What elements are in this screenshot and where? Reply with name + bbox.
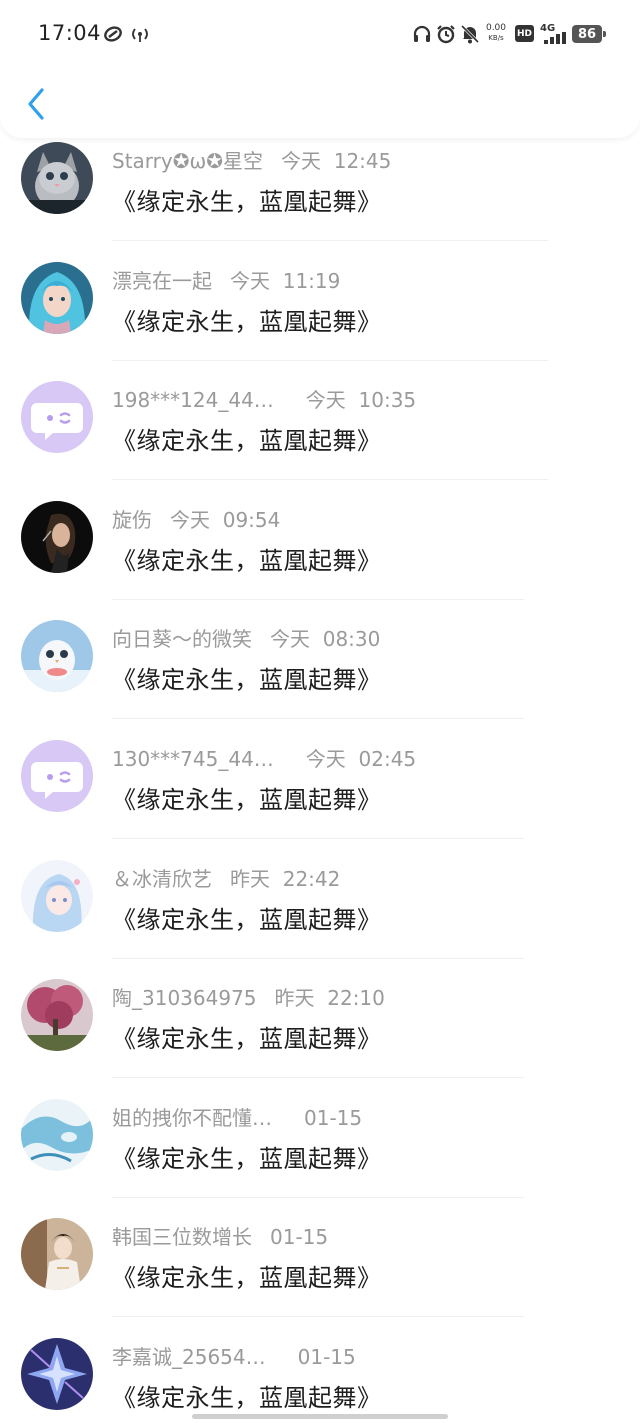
timestamp: 01-15 [297, 1345, 356, 1369]
hd-badge: HD [515, 25, 534, 42]
comment-row[interactable]: 韩国三位数增长 01-15 《缘定永生，蓝凰起舞》 [0, 1216, 640, 1336]
comment-row[interactable]: 陶_310364975 昨天 22:10 《缘定永生，蓝凰起舞》 [0, 977, 640, 1097]
timestamp: 昨天 22:10 [274, 986, 385, 1011]
comment-meta: 向日葵～的微笑 今天 08:30 [112, 623, 380, 652]
comment-text: 《缘定永生，蓝凰起舞》 [112, 1144, 382, 1173]
divider [112, 957, 524, 959]
comment-meta: 漂亮在一起 今天 11:19 [112, 265, 340, 294]
comment-meta: 陶_310364975 昨天 22:10 [112, 982, 385, 1011]
username[interactable]: 李嘉诚_25654… [112, 1341, 266, 1370]
chat-bubble-icon [21, 740, 93, 812]
divider [112, 1316, 524, 1318]
avatar[interactable] [21, 142, 93, 214]
username[interactable]: Starry✪ω✪星空 [112, 145, 263, 174]
comment-meta: 韩国三位数增长 01-15 [112, 1221, 328, 1250]
comment-meta: 姐的拽你不配懂… 01-15 [112, 1102, 362, 1131]
status-time: 17:04 [38, 21, 102, 45]
comment-row[interactable]: 198***124_44… 今天 10:35 《缘定永生，蓝凰起舞》 [0, 379, 640, 499]
username[interactable]: 韩国三位数增长 [112, 1221, 252, 1250]
comment-row[interactable]: 李嘉诚_25654… 01-15 《缘定永生，蓝凰起舞》 [0, 1336, 640, 1423]
divider [112, 479, 548, 481]
alarm-icon [435, 23, 457, 45]
avatar[interactable] [21, 261, 93, 334]
mute-bell-icon [460, 23, 480, 45]
divider [112, 1077, 524, 1079]
comment-meta: 李嘉诚_25654… 01-15 [112, 1341, 356, 1370]
comment-meta: 198***124_44… 今天 10:35 [112, 384, 416, 413]
home-indicator[interactable] [192, 1414, 448, 1419]
avatar[interactable] [21, 381, 93, 454]
sync-app-icon [102, 23, 124, 45]
divider [112, 838, 524, 839]
comment-text: 《缘定永生，蓝凰起舞》 [112, 546, 382, 575]
avatar[interactable] [21, 1218, 93, 1291]
comment-row[interactable]: 向日葵～的微笑 今天 08:30 《缘定永生，蓝凰起舞》 [0, 618, 640, 738]
username[interactable]: 旋伤 [112, 504, 152, 533]
comment-text: 《缘定永生，蓝凰起舞》 [112, 1025, 382, 1054]
comment-meta: ＆冰清欣艺 昨天 22:42 [112, 863, 340, 892]
timestamp: 今天 09:54 [170, 507, 281, 532]
avatar[interactable] [21, 500, 93, 573]
timestamp: 01-15 [304, 1105, 363, 1130]
chat-bubble-icon [21, 381, 93, 454]
avatar[interactable] [21, 979, 93, 1052]
comment-text: 《缘定永生，蓝凰起舞》 [112, 427, 382, 456]
timestamp: 昨天 22:42 [230, 866, 341, 891]
chevron-left-icon [28, 88, 44, 120]
comment-row[interactable]: ＆冰清欣艺 昨天 22:42 《缘定永生，蓝凰起舞》 [0, 858, 640, 978]
avatar[interactable] [21, 740, 93, 812]
comment-row[interactable]: Starry✪ω✪星空 今天 12:45 《缘定永生，蓝凰起舞》 [0, 140, 640, 260]
username[interactable]: 130***745_44… [112, 747, 274, 771]
net-speed: 0.00 KB/s [485, 23, 507, 42]
divider [112, 240, 548, 241]
hotspot-icon [128, 23, 152, 45]
username[interactable]: 姐的拽你不配懂… [112, 1102, 272, 1131]
headphones-icon [412, 23, 432, 45]
comment-meta: Starry✪ω✪星空 今天 12:45 [112, 145, 391, 174]
comment-row[interactable]: 旋伤 今天 09:54 《缘定永生，蓝凰起舞》 [0, 499, 640, 619]
timestamp: 今天 10:35 [305, 388, 417, 413]
status-bar: 17:04 0.00 KB/s HD 4G 86 [0, 0, 640, 70]
timestamp: 今天 08:30 [270, 627, 381, 652]
timestamp: 今天 02:45 [305, 747, 417, 771]
back-button[interactable] [18, 82, 54, 126]
avatar[interactable] [21, 859, 93, 932]
timestamp: 今天 11:19 [230, 268, 341, 293]
comment-row[interactable]: 130***745_44… 今天 02:45 《缘定永生，蓝凰起舞》 [0, 738, 640, 858]
divider [112, 1196, 524, 1198]
username[interactable]: ＆冰清欣艺 [112, 863, 212, 892]
divider [112, 359, 548, 361]
comment-row[interactable]: 漂亮在一起 今天 11:19 《缘定永生，蓝凰起舞》 [0, 260, 640, 380]
battery-indicator: 86 [572, 25, 606, 43]
comment-text: 《缘定永生，蓝凰起舞》 [112, 188, 382, 216]
comment-text: 《缘定永生，蓝凰起舞》 [112, 905, 382, 934]
comment-text: 《缘定永生，蓝凰起舞》 [112, 786, 382, 814]
username[interactable]: 198***124_44… [112, 388, 274, 412]
avatar[interactable] [21, 1338, 93, 1410]
avatar[interactable] [21, 1098, 93, 1171]
comment-meta: 旋伤 今天 09:54 [112, 504, 280, 533]
username[interactable]: 漂亮在一起 [112, 265, 212, 294]
top-bar: 17:04 0.00 KB/s HD 4G 86 [0, 0, 640, 138]
signal-bars-icon [544, 32, 566, 44]
comment-text: 《缘定永生，蓝凰起舞》 [112, 666, 382, 695]
username[interactable]: 陶_310364975 [112, 982, 257, 1011]
comment-meta: 130***745_44… 今天 02:45 [112, 743, 416, 772]
comment-text: 《缘定永生，蓝凰起舞》 [112, 307, 382, 336]
timestamp: 今天 12:45 [281, 149, 392, 173]
timestamp: 01-15 [270, 1225, 329, 1250]
comment-text: 《缘定永生，蓝凰起舞》 [112, 1264, 382, 1293]
comment-text: 《缘定永生，蓝凰起舞》 [112, 1384, 382, 1412]
avatar[interactable] [21, 620, 93, 693]
username[interactable]: 向日葵～的微笑 [112, 623, 252, 652]
divider [112, 598, 524, 600]
divider [112, 718, 524, 720]
comment-row[interactable]: 姐的拽你不配懂… 01-15 《缘定永生，蓝凰起舞》 [0, 1097, 640, 1217]
